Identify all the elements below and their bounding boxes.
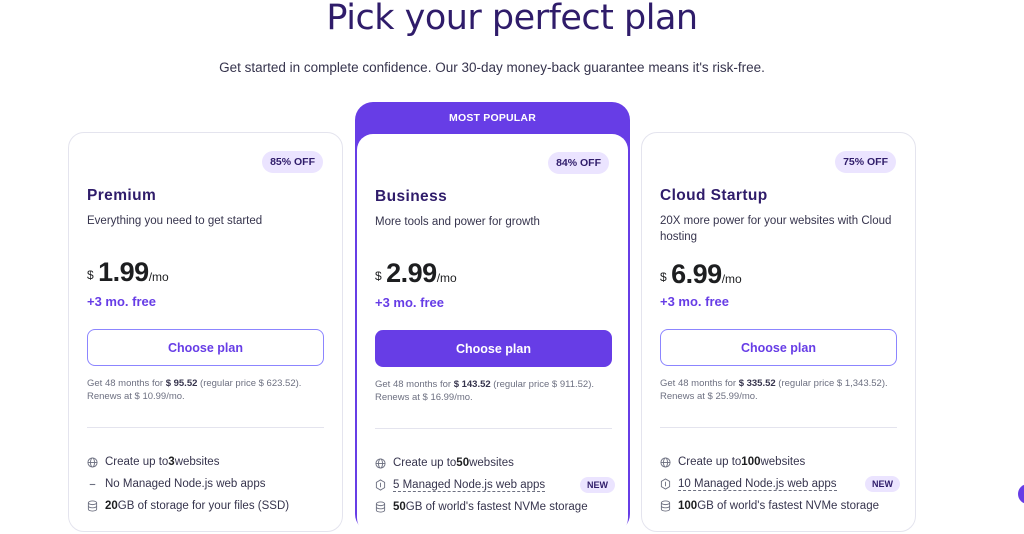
most-popular-label: MOST POPULAR	[449, 112, 536, 124]
discount-badge: 75% OFF	[835, 151, 896, 173]
renewal-total: $ 95.52	[165, 378, 198, 389]
feature-item: 10 Managed Node.js web apps NEW	[660, 473, 900, 495]
plan-name: Premium	[87, 187, 157, 204]
feature-list: Create up to 3 websites No Managed Node.…	[87, 451, 327, 517]
price-amount: 2.99	[386, 258, 437, 288]
divider	[660, 427, 897, 428]
chat-widget-button[interactable]	[1018, 484, 1024, 504]
renewal-text: Get 48 months for	[660, 378, 739, 389]
nodejs-icon	[375, 479, 393, 491]
plan-name: Business	[375, 188, 448, 205]
plan-price: $ 6.99/mo	[660, 259, 742, 290]
globe-icon	[87, 456, 105, 468]
storage-icon	[660, 500, 678, 512]
renewal-total: $ 143.52	[453, 379, 491, 390]
plan-card-premium: 85% OFF Premium Everything you need to g…	[68, 132, 343, 532]
page-subtitle: Get started in complete confidence. Our …	[219, 60, 765, 75]
choose-plan-button-business[interactable]: Choose plan	[375, 330, 612, 367]
feature-text: No Managed Node.js web apps	[105, 478, 266, 490]
renewal-total: $ 335.52	[738, 378, 776, 389]
new-badge: NEW	[865, 476, 900, 492]
feature-item: 100 GB of world's fastest NVMe storage	[660, 495, 900, 517]
price-amount: 6.99	[671, 259, 722, 289]
feature-text: Create up to	[105, 456, 169, 468]
feature-item: Create up to 50 websites	[375, 452, 615, 474]
plan-price: $ 1.99/mo	[87, 257, 169, 288]
storage-icon	[375, 501, 393, 513]
feature-item: No Managed Node.js web apps	[87, 473, 327, 495]
discount-badge: 84% OFF	[548, 152, 609, 174]
renewal-info: Get 48 months for $ 143.52 (regular pric…	[375, 378, 615, 404]
feature-text: Create up to	[393, 457, 457, 469]
most-popular-frame: MOST POPULAR 84% OFF Business More tools…	[355, 102, 630, 534]
feature-item: Create up to 100 websites	[660, 451, 900, 473]
dash-icon	[87, 479, 105, 490]
globe-icon	[375, 457, 393, 469]
price-amount: 1.99	[98, 257, 149, 287]
feature-item: 50 GB of world's fastest NVMe storage	[375, 496, 615, 518]
feature-text[interactable]: 10 Managed Node.js web apps	[678, 478, 837, 491]
free-months: +3 mo. free	[660, 294, 730, 309]
divider	[87, 427, 324, 428]
feature-value: 100	[741, 456, 761, 468]
feature-text: GB of storage for your files (SSD)	[117, 500, 290, 512]
feature-value: 50	[456, 457, 470, 469]
free-months: +3 mo. free	[87, 294, 157, 309]
price-period: /mo	[721, 272, 742, 286]
feature-value: 100	[678, 500, 698, 512]
feature-item: 5 Managed Node.js web apps NEW	[375, 474, 615, 496]
storage-icon	[87, 500, 105, 512]
plan-card-business: 84% OFF Business More tools and power fo…	[357, 134, 628, 534]
page-title: Pick your perfect plan	[326, 0, 698, 38]
price-currency: $	[660, 270, 667, 284]
nodejs-icon	[660, 478, 678, 490]
feature-text: websites	[469, 457, 514, 469]
plan-price: $ 2.99/mo	[375, 258, 457, 289]
feature-item: 20 GB of storage for your files (SSD)	[87, 495, 327, 517]
renewal-info: Get 48 months for $ 95.52 (regular price…	[87, 377, 327, 403]
feature-text: GB of world's fastest NVMe storage	[697, 500, 879, 512]
price-period: /mo	[148, 270, 169, 284]
plan-description: 20X more power for your websites with Cl…	[660, 215, 892, 243]
feature-text: Create up to	[678, 456, 742, 468]
plan-description: Everything you need to get started	[87, 215, 263, 227]
feature-item: Create up to 3 websites	[87, 451, 327, 473]
feature-text[interactable]: 5 Managed Node.js web apps	[393, 479, 546, 492]
discount-badge: 85% OFF	[262, 151, 323, 173]
choose-plan-button-cloud-startup[interactable]: Choose plan	[660, 329, 897, 366]
feature-text: websites	[760, 456, 806, 468]
price-currency: $	[375, 269, 382, 283]
feature-value: 50	[393, 501, 406, 513]
free-months: +3 mo. free	[375, 295, 445, 310]
price-currency: $	[87, 268, 94, 282]
plan-description: More tools and power for growth	[375, 216, 540, 228]
feature-text: GB of world's fastest NVMe storage	[405, 501, 588, 513]
renewal-text: Get 48 months for	[375, 379, 454, 390]
choose-plan-button-premium[interactable]: Choose plan	[87, 329, 324, 366]
new-badge: NEW	[580, 477, 615, 493]
feature-list: Create up to 100 websites 10 Managed Nod…	[660, 451, 900, 517]
price-period: /mo	[436, 271, 457, 285]
feature-text: websites	[174, 456, 220, 468]
plan-card-cloud-startup: 75% OFF Cloud Startup 20X more power for…	[641, 132, 916, 532]
feature-list: Create up to 50 websites 5 Managed Node.…	[375, 452, 615, 518]
feature-value: 20	[105, 500, 118, 512]
divider	[375, 428, 612, 429]
globe-icon	[660, 456, 678, 468]
plan-name: Cloud Startup	[660, 187, 768, 204]
renewal-info: Get 48 months for $ 335.52 (regular pric…	[660, 377, 900, 403]
renewal-text: Get 48 months for	[87, 378, 166, 389]
